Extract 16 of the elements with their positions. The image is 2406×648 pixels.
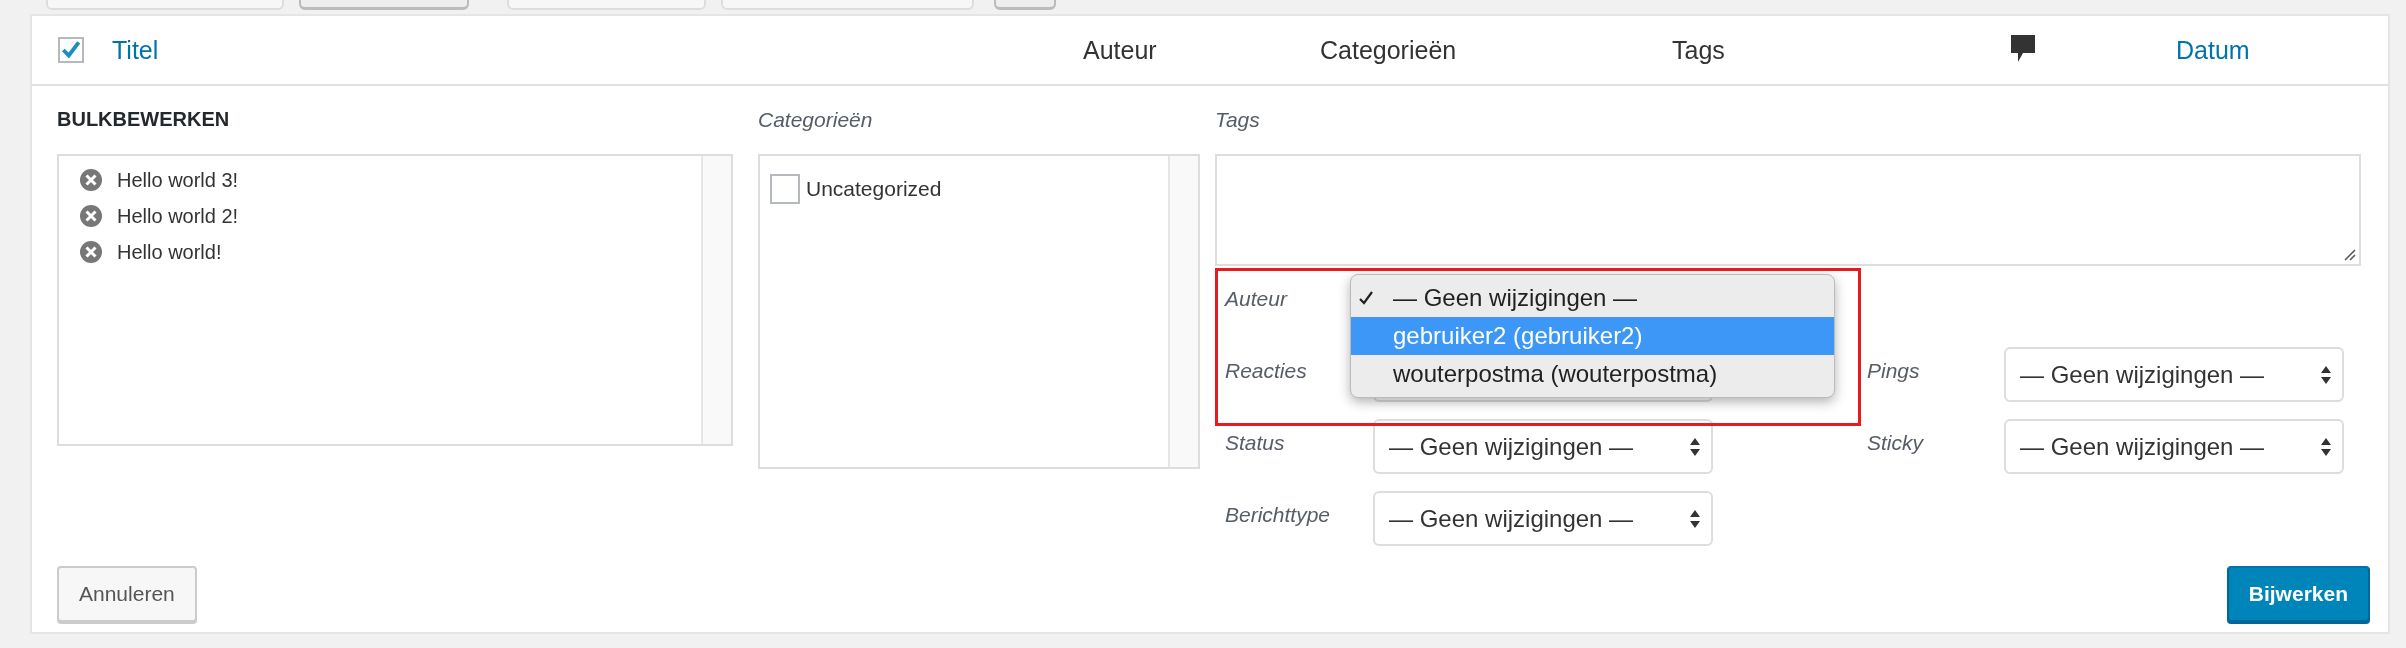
field-label: Sticky [1867, 430, 1923, 455]
column-header: Categorieën [1320, 35, 1457, 65]
field-label: Auteur [1225, 286, 1287, 311]
field-label: Reacties [1225, 358, 1307, 383]
section-title: BULKBEWERKEN [57, 107, 231, 132]
field-label: Berichttype [1225, 502, 1331, 527]
post-title: Hello world 2! [117, 204, 239, 228]
field-label: Tags [1215, 107, 1261, 133]
category-label: Uncategorized [806, 177, 942, 201]
column-header: Tags [1672, 35, 1725, 65]
post-title: Hello world! [117, 240, 222, 264]
column-header: Auteur [1083, 35, 1157, 65]
post-title: Hello world 3! [117, 168, 239, 192]
field-label: Pings [1867, 358, 1920, 383]
field-label: Categorieën [758, 107, 874, 133]
field-label: Status [1225, 430, 1285, 455]
